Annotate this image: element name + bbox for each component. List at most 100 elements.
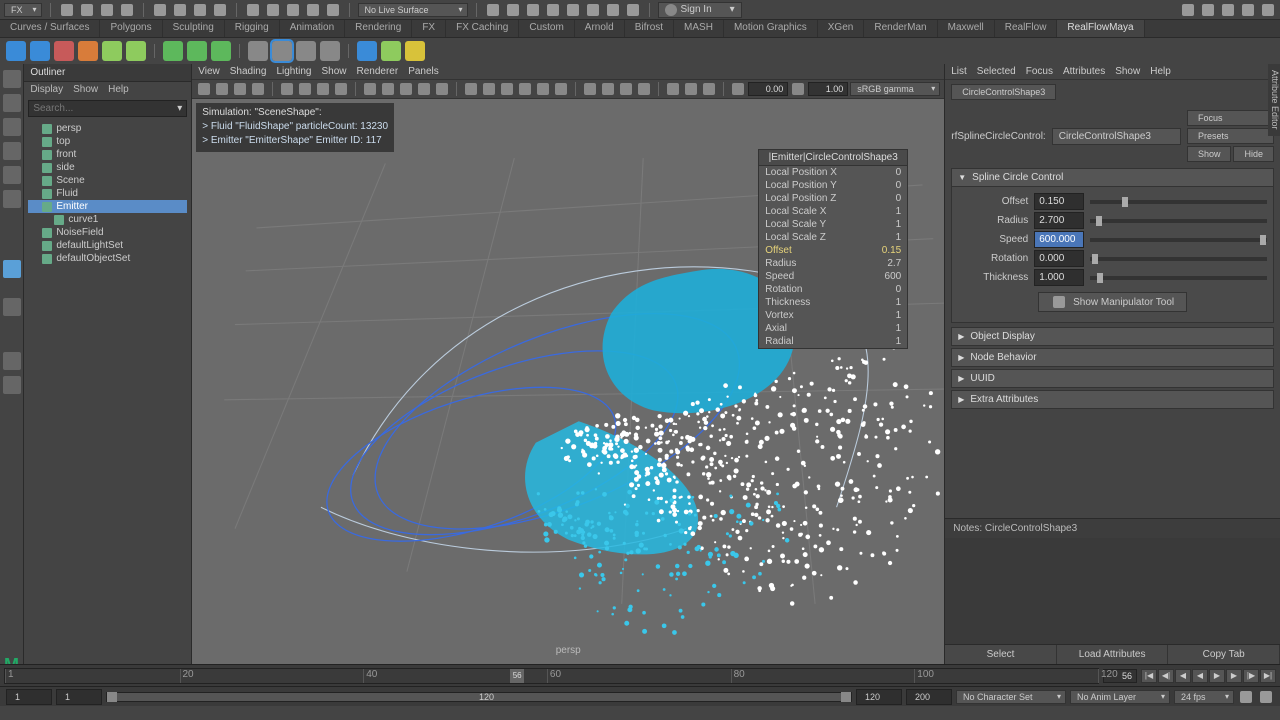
channel-row[interactable]: Radial1 (759, 335, 907, 348)
shelf-play-icon[interactable] (248, 41, 268, 61)
vp-ico[interactable] (234, 83, 246, 95)
lasso-tool[interactable] (3, 94, 21, 112)
vp-renderer[interactable]: Renderer (356, 66, 398, 77)
channel-row[interactable]: Thickness1 (759, 296, 907, 309)
attr-value[interactable]: 600.000 (1034, 231, 1084, 248)
show-manipulator-button[interactable]: Show Manipulator Tool (1038, 292, 1187, 312)
shelf-tab[interactable]: MASH (674, 20, 724, 37)
copy-tab-button[interactable]: Copy Tab (1168, 645, 1280, 664)
attr-attributes[interactable]: Attributes (1063, 66, 1105, 77)
shelf-emitter-icon[interactable] (54, 41, 74, 61)
vp-ico[interactable] (436, 83, 448, 95)
undo-icon[interactable] (121, 4, 133, 16)
attr-value[interactable]: 0.150 (1034, 193, 1084, 210)
layout-single[interactable] (3, 260, 21, 278)
outliner-item[interactable]: side (28, 161, 187, 174)
go-end[interactable]: ▶| (1260, 669, 1276, 683)
show-button[interactable]: Show (1187, 146, 1232, 162)
vp-ico[interactable] (465, 83, 477, 95)
layout4-icon[interactable] (1242, 4, 1254, 16)
exposure-field[interactable]: 0.00 (748, 82, 788, 96)
construct-icon[interactable] (487, 4, 499, 16)
vp-ico[interactable] (299, 83, 311, 95)
outliner-show-menu[interactable]: Show (73, 84, 98, 95)
attr-help[interactable]: Help (1150, 66, 1171, 77)
shelf-sim-icon[interactable] (163, 41, 183, 61)
attr-slider[interactable] (1090, 200, 1267, 204)
rotate-tool[interactable] (3, 142, 21, 160)
section-header[interactable]: Spline Circle Control (951, 168, 1274, 187)
shelf-tab[interactable]: Rigging (225, 20, 280, 37)
vp-ico[interactable] (685, 83, 697, 95)
scale-tool[interactable] (3, 166, 21, 184)
vp-ico[interactable] (281, 83, 293, 95)
section-header[interactable]: Extra Attributes (951, 390, 1274, 409)
section-header[interactable]: Object Display (951, 327, 1274, 346)
channel-row[interactable]: Rotation0 (759, 283, 907, 296)
layout-b[interactable] (3, 376, 21, 394)
range-track[interactable]: 120 (106, 692, 852, 702)
playback-start[interactable]: 1 (56, 689, 102, 705)
render-icon[interactable] (567, 4, 579, 16)
outliner-help-menu[interactable]: Help (108, 84, 129, 95)
attr-slider[interactable] (1090, 219, 1267, 223)
layout-four[interactable] (3, 298, 21, 316)
vp-ico[interactable] (584, 83, 596, 95)
channel-row[interactable]: Local Position Y0 (759, 179, 907, 192)
vp-ico[interactable] (792, 83, 804, 95)
shelf-tab[interactable]: Curves / Surfaces (0, 20, 100, 37)
shelf-tab[interactable]: Bifrost (625, 20, 674, 37)
vp-ico[interactable] (216, 83, 228, 95)
shelf-sim3-icon[interactable] (211, 41, 231, 61)
attr-list[interactable]: List (951, 66, 967, 77)
attr-slider[interactable] (1090, 257, 1267, 261)
vp-panels[interactable]: Panels (408, 66, 439, 77)
channel-row[interactable]: Local Position X0 (759, 166, 907, 179)
channel-row[interactable]: Offset0.15 (759, 244, 907, 257)
node-tab[interactable]: CircleControlShape3 (951, 84, 1056, 100)
attr-value[interactable]: 1.000 (1034, 269, 1084, 286)
hist2-icon[interactable] (527, 4, 539, 16)
layout2-icon[interactable] (1202, 4, 1214, 16)
vp-ico[interactable] (382, 83, 394, 95)
shelf-sim2-icon[interactable] (187, 41, 207, 61)
anim-end[interactable]: 200 (906, 689, 952, 705)
workspace-dropdown[interactable]: FX (4, 3, 42, 17)
outliner-item[interactable]: persp (28, 122, 187, 135)
range-handle-right[interactable] (841, 692, 851, 702)
channel-row[interactable]: Radius2.7 (759, 257, 907, 270)
hist3-icon[interactable] (547, 4, 559, 16)
hist-icon[interactable] (507, 4, 519, 16)
vp-ico[interactable] (667, 83, 679, 95)
shelf-tab[interactable]: Rendering (345, 20, 412, 37)
shelf-daemon2-icon[interactable] (126, 41, 146, 61)
ipr-icon[interactable] (607, 4, 619, 16)
shelf-mesh-icon[interactable] (30, 41, 50, 61)
shelf-tab[interactable]: Polygons (100, 20, 162, 37)
snap5-icon[interactable] (327, 4, 339, 16)
channel-row[interactable]: Local Position Z0 (759, 192, 907, 205)
shelf-tab[interactable]: Sculpting (163, 20, 225, 37)
light-icon[interactable] (627, 4, 639, 16)
snap4-icon[interactable] (307, 4, 319, 16)
channel-row[interactable]: Local Scale Y1 (759, 218, 907, 231)
vp-ico[interactable] (537, 83, 549, 95)
outliner-item[interactable]: Fluid (28, 187, 187, 200)
play-fwd[interactable]: ▶ (1209, 669, 1225, 683)
outliner-item[interactable]: Emitter (28, 200, 187, 213)
channel-box-popup[interactable]: |Emitter|CircleControlShape3 Local Posit… (758, 149, 908, 349)
live-surface-dropdown[interactable]: No Live Surface (358, 3, 468, 17)
vp-ico[interactable] (519, 83, 531, 95)
attr-slider[interactable] (1090, 276, 1267, 280)
anim-start[interactable]: 1 (6, 689, 52, 705)
color-space-dropdown[interactable]: sRGB gamma (850, 82, 940, 96)
outliner-display-menu[interactable]: Display (30, 84, 63, 95)
layout1-icon[interactable] (1182, 4, 1194, 16)
shelf-fluid-icon[interactable] (6, 41, 26, 61)
channel-row[interactable]: Speed600 (759, 270, 907, 283)
outliner-tree[interactable]: persptopfrontsideSceneFluidEmittercurve1… (24, 120, 191, 664)
attr-value[interactable]: 2.700 (1034, 212, 1084, 229)
node-name-field[interactable]: CircleControlShape3 (1052, 128, 1181, 145)
shelf-cache-icon[interactable] (296, 41, 316, 61)
shelf-tab[interactable]: Animation (280, 20, 345, 37)
